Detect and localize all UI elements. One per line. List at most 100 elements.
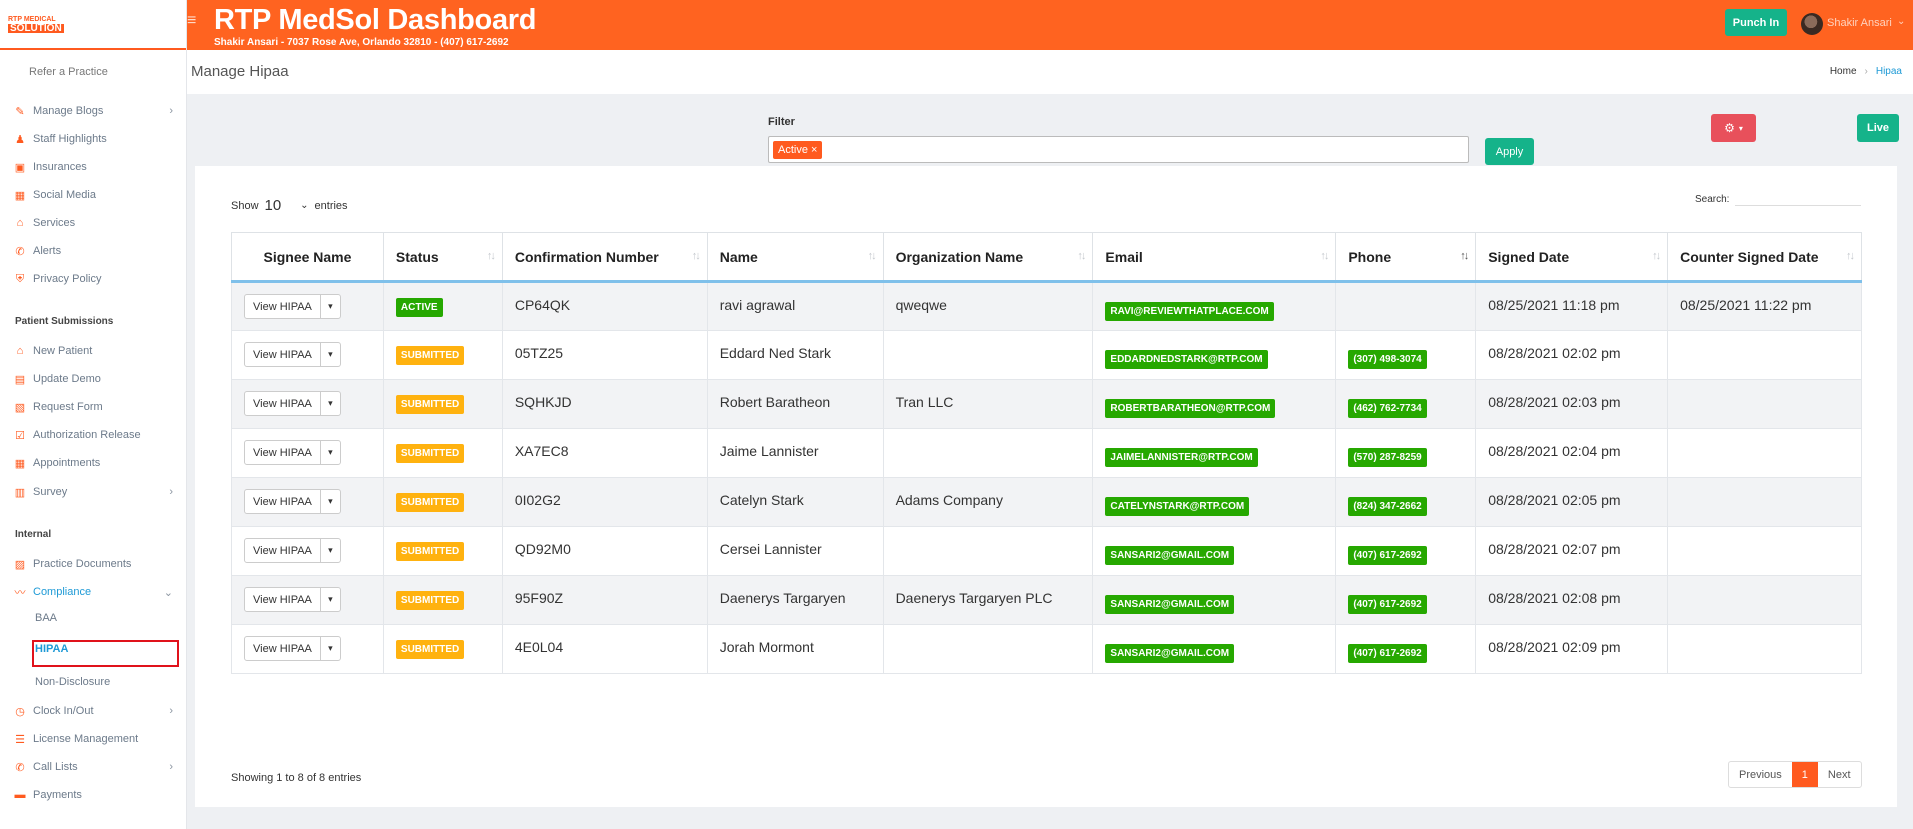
view-hipaa-button[interactable]: View HIPAA: [245, 392, 320, 415]
sidebar: RTP MEDICAL SOLUTION Refer a Practice ✎ M…: [0, 0, 187, 829]
cell-signed-date: 08/28/2021 02:07 pm: [1488, 541, 1621, 557]
cell-org: qweqwe: [895, 297, 947, 313]
column-header-label: Signee Name: [263, 248, 352, 265]
cell-name: Catelyn Stark: [719, 492, 804, 508]
sidebar-item-compliance[interactable]: 〰 Compliance ⌄: [0, 581, 187, 603]
view-hipaa-button[interactable]: View HIPAA: [245, 343, 320, 366]
caret-down-icon[interactable]: ▾: [319, 441, 340, 464]
refer-practice-link[interactable]: Refer a Practice: [0, 50, 186, 92]
previous-page-button[interactable]: Previous: [1729, 762, 1792, 787]
sidebar-item-appointments[interactable]: ▦ Appointments: [0, 452, 187, 474]
email-badge: SANSARI2@GMAIL.COM: [1105, 644, 1235, 663]
logo[interactable]: RTP MEDICAL SOLUTION: [0, 0, 186, 50]
sort-icon: ↑↓: [1846, 250, 1855, 262]
sidebar-item-new-patient[interactable]: ⌂ New Patient: [0, 340, 187, 362]
caret-down-icon[interactable]: ▾: [319, 295, 340, 318]
home-icon: ⌂: [16, 345, 24, 357]
sidebar-item-call-lists[interactable]: ✆ Call Lists ›: [0, 756, 187, 778]
live-button[interactable]: Live: [1857, 114, 1899, 142]
column-header-status[interactable]: Status ↑↓: [382, 232, 503, 283]
view-hipaa-button-group: View HIPAA ▾: [244, 342, 341, 367]
column-header-label: Email: [1105, 248, 1143, 265]
view-hipaa-button[interactable]: View HIPAA: [245, 295, 320, 318]
chevron-down-icon: ⌄: [300, 200, 309, 211]
cell-signed-date: 08/28/2021 02:03 pm: [1488, 394, 1621, 410]
sidebar-item-label: Clock In/Out: [33, 705, 94, 717]
sidebar-item-license-management[interactable]: ☰ License Management: [0, 728, 187, 750]
view-hipaa-button[interactable]: View HIPAA: [245, 637, 320, 660]
table-row: View HIPAA ▾ SUBMITTED 05TZ25 Eddard Ned Sta…: [231, 330, 1862, 380]
sidebar-item-staff-highlights[interactable]: ♟ Staff Highlights: [0, 128, 187, 150]
sidebar-item-practice-documents[interactable]: ▨ Practice Documents: [0, 553, 187, 575]
view-hipaa-button[interactable]: View HIPAA: [245, 588, 320, 611]
list-icon: ☰: [15, 733, 25, 746]
clipboard-icon: ▨: [14, 558, 26, 571]
caret-down-icon[interactable]: ▾: [319, 392, 340, 415]
column-header-confirmation-number[interactable]: Confirmation Number ↑↓: [501, 232, 708, 283]
sidebar-item-update-demo[interactable]: ▤ Update Demo: [0, 368, 187, 390]
sidebar-item-insurances[interactable]: ▣ Insurances: [0, 156, 187, 178]
page-title: Manage Hipaa: [191, 63, 289, 80]
sidebar-item-manage-blogs[interactable]: ✎ Manage Blogs ›: [0, 100, 187, 122]
sidebar-item-social-media[interactable]: ▦ Social Media: [0, 184, 187, 206]
signature-icon: 〰: [14, 587, 26, 599]
close-icon[interactable]: ×: [811, 144, 817, 156]
next-page-button[interactable]: Next: [1818, 762, 1861, 787]
menu-icon[interactable]: ≡: [187, 12, 203, 30]
page-1-button[interactable]: 1: [1791, 762, 1818, 787]
column-header-name[interactable]: Name ↑↓: [706, 232, 884, 283]
hipaa-table-card: Show 10 ⌄ entries Search: Signee Name Sta…: [195, 166, 1897, 807]
filter-tag-active[interactable]: Active ×: [773, 141, 823, 159]
column-header-counter-signed-date[interactable]: Counter Signed Date ↑↓: [1667, 232, 1862, 283]
sidebar-item-payments[interactable]: ▬ Payments: [0, 784, 187, 806]
settings-dropdown-button[interactable]: ⚙ ▾: [1711, 114, 1756, 142]
sidebar-item-request-form[interactable]: ▧ Request Form: [0, 396, 187, 418]
chevron-down-icon[interactable]: ⌄: [1897, 16, 1905, 27]
column-header-organization-name[interactable]: Organization Name ↑↓: [882, 232, 1094, 283]
caret-down-icon[interactable]: ▾: [319, 637, 340, 660]
view-hipaa-button[interactable]: View HIPAA: [245, 490, 320, 513]
sidebar-item-clock-in-out[interactable]: ◷ Clock In/Out ›: [0, 700, 187, 722]
clock-icon: ◷: [15, 705, 25, 718]
sidebar-item-services[interactable]: ⌂ Services: [0, 212, 187, 234]
column-header-signed-date[interactable]: Signed Date ↑↓: [1475, 232, 1669, 283]
column-header-phone[interactable]: Phone ↑↓: [1335, 232, 1477, 283]
breadcrumb-home[interactable]: Home: [1830, 66, 1857, 77]
user-icon: ♟: [15, 133, 25, 146]
caret-down-icon[interactable]: ▾: [319, 343, 340, 366]
sidebar-subitem-baa[interactable]: BAA: [35, 612, 57, 624]
filter-input[interactable]: Active ×: [768, 136, 1469, 163]
column-header-signee-name[interactable]: Signee Name: [231, 232, 384, 283]
phone-badge: (570) 287-8259: [1348, 448, 1427, 467]
email-badge: CATELYNSTARK@RTP.COM: [1105, 497, 1250, 516]
filter-tag-label: Active: [778, 144, 808, 156]
sidebar-item-privacy-policy[interactable]: ⛨ Privacy Policy: [0, 268, 187, 290]
view-hipaa-button[interactable]: View HIPAA: [245, 441, 320, 464]
chevron-right-icon: ›: [1864, 66, 1868, 77]
view-hipaa-button[interactable]: View HIPAA: [245, 539, 320, 562]
entries-select[interactable]: 10 ⌄: [265, 197, 309, 214]
sidebar-item-label: Authorization Release: [33, 429, 141, 441]
apply-button[interactable]: Apply: [1485, 138, 1534, 165]
column-header-label: Confirmation Number: [514, 248, 659, 265]
caret-down-icon[interactable]: ▾: [319, 588, 340, 611]
sidebar-item-label: New Patient: [33, 345, 93, 357]
table-row: View HIPAA ▾ SUBMITTED 0I02G2 Catelyn Stark A…: [231, 477, 1862, 527]
sort-icon: ↑↓: [691, 250, 701, 262]
caret-down-icon[interactable]: ▾: [319, 539, 340, 562]
column-header-label: Name: [719, 248, 758, 265]
status-badge: SUBMITTED: [395, 640, 465, 659]
cell-name: Daenerys Targaryen: [719, 590, 846, 606]
sidebar-item-survey[interactable]: ▥ Survey ›: [0, 481, 187, 503]
search-input[interactable]: [1735, 194, 1862, 206]
sidebar-item-label: Call Lists: [33, 761, 78, 773]
avatar[interactable]: [1801, 13, 1823, 35]
sidebar-item-alerts[interactable]: ✆ Alerts: [0, 240, 187, 262]
sidebar-subitem-non-disclosure[interactable]: Non-Disclosure: [35, 676, 110, 688]
caret-down-icon[interactable]: ▾: [319, 490, 340, 513]
punch-in-button[interactable]: Punch In: [1725, 9, 1787, 36]
sidebar-item-authorization-release[interactable]: ☑ Authorization Release: [0, 424, 187, 446]
user-name[interactable]: Shakir Ansari: [1827, 17, 1892, 29]
column-header-email[interactable]: Email ↑↓: [1092, 232, 1337, 283]
table-row: View HIPAA ▾ SUBMITTED SQHKJD Robert Barathe…: [231, 379, 1862, 429]
